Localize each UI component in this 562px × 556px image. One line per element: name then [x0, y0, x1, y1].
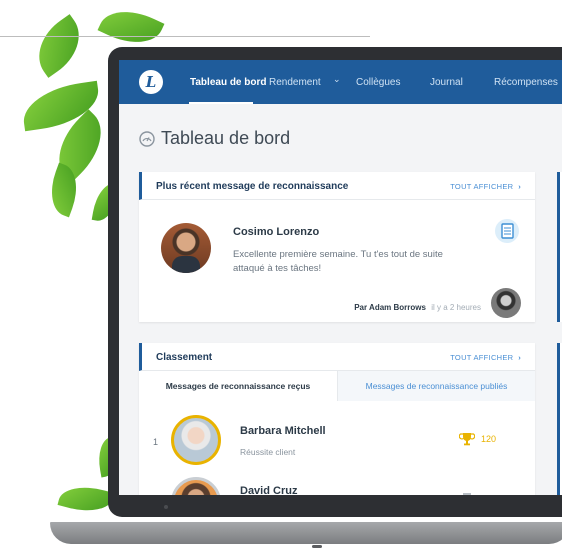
card-header: Classement TOUT AFFICHER ›: [139, 343, 535, 371]
nav-item-dashboard[interactable]: Tableau de bord: [190, 77, 267, 88]
right-column-edge: [557, 343, 562, 495]
tab-received[interactable]: Messages de reconnaissance reçus: [139, 371, 337, 401]
app-screen: L Tableau de bord Rendement ⌄ Collègues …: [119, 60, 562, 495]
avatar[interactable]: [161, 223, 211, 273]
tab-published[interactable]: Messages de reconnaissance publiés: [337, 371, 535, 401]
leaf-decoration: [25, 14, 93, 78]
chevron-right-icon: ›: [518, 353, 521, 362]
laptop-base: [50, 522, 562, 544]
leader-score: 120: [481, 434, 497, 444]
page-title: Tableau de bord: [161, 128, 291, 148]
leaderboard-tabs: Messages de reconnaissance reçus Message…: [139, 371, 535, 401]
trophy-icon: [459, 433, 475, 446]
app-logo[interactable]: L: [139, 70, 163, 94]
nav-item-performance[interactable]: Rendement: [269, 77, 321, 88]
trophy-icon: [463, 493, 471, 495]
recognition-byline: Par Adam Borrows il y a 2 heures: [354, 303, 481, 312]
nav-item-rewards[interactable]: Récompenses: [494, 77, 558, 88]
chevron-down-icon[interactable]: ⌄: [333, 74, 341, 85]
see-all-link[interactable]: TOUT AFFICHER ›: [450, 353, 521, 362]
avatar[interactable]: [171, 415, 221, 465]
laptop-notch: [312, 545, 322, 548]
card-header: Plus récent message de reconnaissance TO…: [139, 172, 535, 200]
leaderboard-row[interactable]: 1 Barbara Mitchell Réussite client 120: [139, 401, 535, 465]
active-tab-indicator: [189, 102, 253, 104]
nav-item-journal[interactable]: Journal: [430, 77, 463, 88]
chevron-right-icon: ›: [518, 182, 521, 191]
notebook-icon: [495, 219, 519, 243]
leader-name[interactable]: David Cruz: [240, 485, 297, 495]
leaderboard-row[interactable]: David Cruz: [139, 467, 535, 495]
recognition-message: Excellente première semaine. Tu t'es tou…: [233, 249, 443, 274]
gauge-icon: [139, 131, 155, 147]
card-title: Classement: [156, 352, 213, 363]
right-column-edge: [557, 172, 562, 322]
recipient-name[interactable]: Cosimo Lorenzo: [233, 226, 319, 238]
card-title: Plus récent message de reconnaissance: [156, 181, 349, 192]
top-nav: L Tableau de bord Rendement ⌄ Collègues …: [119, 60, 562, 104]
timestamp: il y a 2 heures: [431, 303, 481, 312]
author-avatar[interactable]: [491, 288, 521, 318]
nav-item-colleagues[interactable]: Collègues: [356, 77, 400, 88]
see-all-link[interactable]: TOUT AFFICHER ›: [450, 182, 521, 191]
author-name[interactable]: Par Adam Borrows: [354, 303, 426, 312]
laptop-camera: [164, 505, 168, 509]
recent-recognition-card: Plus récent message de reconnaissance TO…: [139, 172, 535, 322]
avatar[interactable]: [171, 477, 221, 495]
leader-subtitle: Réussite client: [240, 447, 296, 457]
leaderboard-card: Classement TOUT AFFICHER › Messages de r…: [139, 343, 535, 495]
leader-name[interactable]: Barbara Mitchell: [240, 425, 326, 437]
decorative-line: [0, 36, 370, 37]
leaf-decoration: [57, 479, 115, 519]
rank-number: 1: [153, 437, 159, 447]
